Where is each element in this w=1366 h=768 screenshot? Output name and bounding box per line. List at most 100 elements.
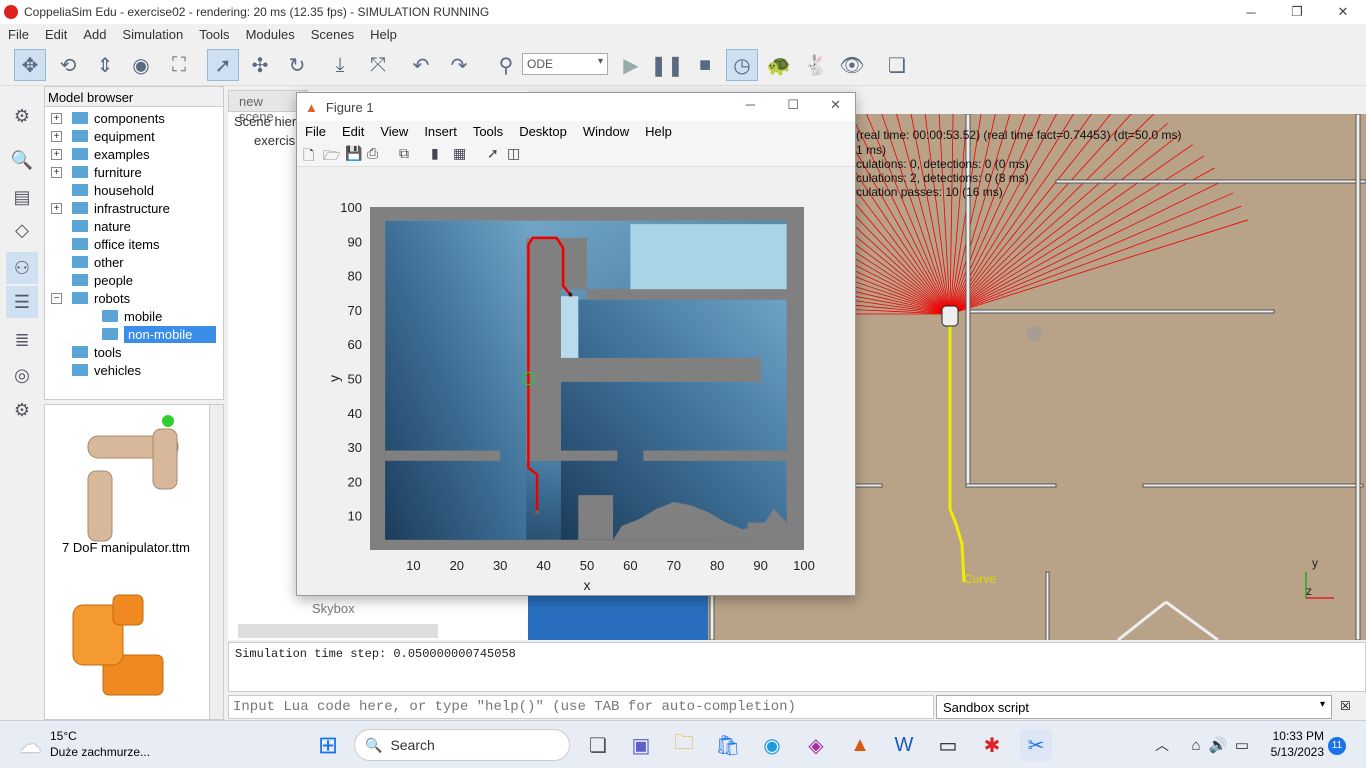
model-tree-item[interactable]: mobile xyxy=(81,307,162,325)
visualization-toggle-icon[interactable]: 👁 xyxy=(836,49,868,81)
menu-scenes[interactable]: Scenes xyxy=(303,27,362,42)
word-icon[interactable]: W xyxy=(888,729,920,761)
skybox-item[interactable]: Skybox xyxy=(312,601,355,616)
page-selector-icon[interactable]: ❏ xyxy=(881,49,913,81)
print-icon[interactable]: ⎙ xyxy=(367,145,378,162)
edit-plot-icon[interactable]: ➚ xyxy=(487,145,499,162)
robot-model[interactable] xyxy=(941,305,959,327)
menu-simulation[interactable]: Simulation xyxy=(115,27,192,42)
transfer-dna-icon[interactable]: ⤧ xyxy=(362,49,394,81)
pause-simulation-icon[interactable]: ❚❚ xyxy=(650,49,684,81)
expand-toggle-icon[interactable]: − xyxy=(51,292,62,304)
object-shift-icon[interactable]: ✣ xyxy=(244,49,276,81)
model-tree-item[interactable]: office items xyxy=(51,235,160,253)
model-tree-item[interactable]: + examples xyxy=(51,145,150,163)
scene-hierarchy-toggle-icon[interactable]: ☰ xyxy=(6,286,38,318)
file-explorer-icon[interactable]: 🗀 xyxy=(668,729,700,761)
occupancy-map-chart[interactable]: * 10 20 30 40 50 60 70 80 90 100 10 20 30 40 50 60 70 80 90… xyxy=(297,175,855,595)
slow-down-icon[interactable]: 🐢 xyxy=(763,49,795,81)
close-console-icon[interactable]: ☒ xyxy=(1340,699,1351,713)
figure-menu-help[interactable]: Help xyxy=(637,124,680,139)
menu-help[interactable]: Help xyxy=(362,27,405,42)
fit-to-view-icon[interactable]: ⛶ xyxy=(163,49,195,81)
terminal-icon[interactable]: ▭ xyxy=(932,729,964,761)
camera-pan-icon[interactable]: ✥ xyxy=(14,49,46,81)
figure-minimize-button[interactable]: ─ xyxy=(746,97,755,112)
menu-modules[interactable]: Modules xyxy=(238,27,303,42)
model-tree-item[interactable]: household xyxy=(51,181,154,199)
industrial-robot-thumbnail[interactable] xyxy=(53,585,217,715)
new-figure-icon[interactable]: 🗋 xyxy=(303,145,314,169)
menu-edit[interactable]: Edit xyxy=(37,27,75,42)
model-tree-item[interactable]: + equipment xyxy=(51,127,155,145)
menu-tools[interactable]: Tools xyxy=(191,27,237,42)
pdf-app-icon[interactable]: ◈ xyxy=(800,729,832,761)
manipulator-thumbnail[interactable] xyxy=(53,411,217,561)
figure-menu-view[interactable]: View xyxy=(372,124,416,139)
expand-toggle-icon[interactable]: + xyxy=(51,166,62,178)
minimize-button[interactable]: ─ xyxy=(1228,0,1274,24)
expand-toggle-icon[interactable]: + xyxy=(51,112,62,124)
teams-chat-icon[interactable]: ▣ xyxy=(625,729,657,761)
layers-icon[interactable]: ≣ xyxy=(6,324,38,356)
camera-angle-icon[interactable]: ◉ xyxy=(125,49,157,81)
calculation-modules-icon[interactable]: ▤ xyxy=(6,181,38,213)
matlab-icon[interactable]: ▲ xyxy=(844,729,876,761)
menu-file[interactable]: File xyxy=(0,27,37,42)
model-tree-item[interactable]: + infrastructure xyxy=(51,199,170,217)
physics-engine-select[interactable]: ODE ▾ xyxy=(522,53,608,75)
figure-close-button[interactable]: ✕ xyxy=(830,97,841,113)
lua-command-input[interactable]: Input Lua code here, or type "help()" (u… xyxy=(228,695,934,719)
start-simulation-icon[interactable]: ▶ xyxy=(615,49,647,81)
user-settings-icon[interactable]: ⚙ xyxy=(6,394,38,426)
object-search-icon[interactable]: 🔍 xyxy=(6,144,38,176)
task-view-icon[interactable]: ❏ xyxy=(582,729,614,761)
figure-menu-desktop[interactable]: Desktop xyxy=(511,124,575,139)
figure-menu-insert[interactable]: Insert xyxy=(416,124,465,139)
restore-button[interactable]: ❐ xyxy=(1274,0,1320,24)
model-browser-toggle-icon[interactable]: ⚇ xyxy=(6,252,38,284)
camera-rotate-icon[interactable]: ⟲ xyxy=(52,49,84,81)
model-tree-item[interactable]: + furniture xyxy=(51,163,142,181)
model-tree-item[interactable]: other xyxy=(51,253,124,271)
undo-icon[interactable]: ↶ xyxy=(405,49,437,81)
model-tree-item[interactable]: non-mobile xyxy=(81,325,217,343)
simulation-settings-icon[interactable]: ⚙ xyxy=(6,100,38,132)
property-inspector-icon[interactable]: ◫ xyxy=(507,145,520,162)
figure-menu-window[interactable]: Window xyxy=(575,124,637,139)
video-recorder-icon[interactable]: ◎ xyxy=(6,359,38,391)
clock-date[interactable]: 5/13/2023 xyxy=(1260,745,1324,759)
figure-menu-edit[interactable]: Edit xyxy=(334,124,372,139)
show-hidden-icons[interactable]: ︿ xyxy=(1146,729,1178,761)
camera-shift-icon[interactable]: ⇕ xyxy=(89,49,121,81)
model-tree-item[interactable]: − robots xyxy=(51,289,130,307)
real-time-icon[interactable]: ◷ xyxy=(726,49,758,81)
battery-icon[interactable]: ▭ xyxy=(1226,729,1258,761)
start-menu-icon[interactable]: ⊞ xyxy=(312,729,344,761)
open-file-icon[interactable]: 🗁 xyxy=(323,145,340,169)
hierarchy-scrollbar[interactable] xyxy=(238,624,438,638)
coppeliasim-taskbar-icon[interactable]: ✱ xyxy=(976,729,1008,761)
taskbar-search[interactable]: 🔍 Search xyxy=(354,729,570,761)
object-rotate-icon[interactable]: ↻ xyxy=(281,49,313,81)
store-icon[interactable]: 🛍 xyxy=(712,729,744,761)
model-tree-item[interactable]: people xyxy=(51,271,133,289)
figure-menu-file[interactable]: File xyxy=(297,124,334,139)
figure-menu-tools[interactable]: Tools xyxy=(465,124,511,139)
model-tree-item[interactable]: vehicles xyxy=(51,361,141,379)
speed-up-icon[interactable]: 🐇 xyxy=(800,49,832,81)
script-selector[interactable]: Sandbox script ▾ xyxy=(936,695,1332,719)
click-select-icon[interactable]: ➚ xyxy=(207,49,239,81)
assemble-icon[interactable]: ⤓ xyxy=(324,49,356,81)
weather-icon[interactable]: ☁ xyxy=(14,729,46,761)
edge-browser-icon[interactable]: ◉ xyxy=(756,729,788,761)
snipping-tool-icon[interactable]: ✂ xyxy=(1020,729,1052,761)
figure-maximize-button[interactable]: ☐ xyxy=(787,97,799,113)
dynamics-icon[interactable]: ⚲ xyxy=(490,49,522,81)
thumbnails-scrollbar[interactable] xyxy=(209,405,223,719)
expand-toggle-icon[interactable]: + xyxy=(51,148,62,160)
notification-badge[interactable]: 11 xyxy=(1328,737,1346,755)
expand-toggle-icon[interactable]: + xyxy=(51,202,62,214)
link-plot-icon[interactable]: ⧉ xyxy=(399,145,409,162)
colorbar-icon[interactable]: ▮ xyxy=(431,145,439,162)
